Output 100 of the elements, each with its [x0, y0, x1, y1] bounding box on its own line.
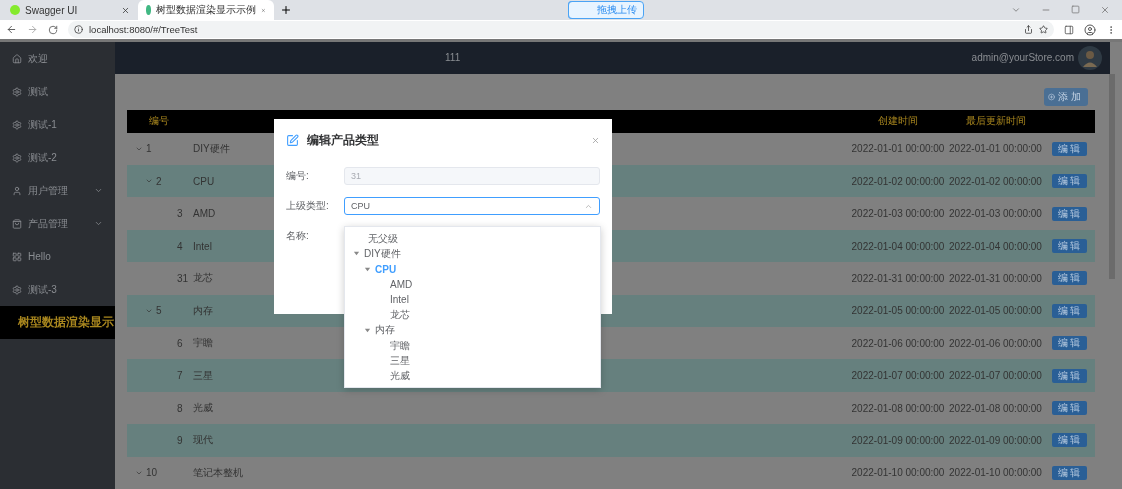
new-tab-icon[interactable]: [280, 4, 292, 16]
tree-option[interactable]: 内存: [345, 322, 600, 339]
menu-item-icon: [12, 86, 22, 97]
table-cell: 2022-01-02 00:00:00: [949, 175, 1042, 187]
table-cell: 8: [177, 402, 183, 414]
tree-option[interactable]: DIY硬件: [345, 246, 600, 262]
scrollbar[interactable]: [1109, 73, 1115, 279]
chevron-down-icon[interactable]: [1011, 5, 1021, 15]
table-cell: 2022-01-31 00:00:00: [851, 272, 945, 284]
table-cell: 5: [156, 305, 162, 317]
info-icon[interactable]: [74, 25, 83, 34]
edit-button[interactable]: 编 辑: [1051, 465, 1087, 480]
caret-icon[interactable]: [364, 265, 371, 273]
parent-type-select[interactable]: CPU: [344, 197, 600, 215]
site-icon: [10, 5, 20, 15]
menu-item-icon: [12, 218, 22, 229]
browser-tab[interactable]: 树型数据渲染显示示例: [138, 0, 274, 20]
share-icon[interactable]: [1024, 25, 1033, 34]
dialog-title: 编辑产品类型: [307, 131, 380, 149]
table-cell: 笔记本整机: [193, 465, 243, 480]
tree-option[interactable]: 宇瞻: [345, 338, 600, 354]
sidebar-item[interactable]: 用户管理: [0, 174, 115, 207]
star-icon[interactable]: [1039, 25, 1048, 34]
table-cell: 内存: [193, 303, 213, 318]
back-icon[interactable]: [6, 24, 17, 35]
table-cell: 31: [177, 272, 189, 284]
sidebar-item[interactable]: 测试: [0, 75, 115, 108]
close-icon[interactable]: [591, 135, 600, 145]
sidebar-item[interactable]: 产品管理: [0, 207, 115, 240]
table-cell: 10: [146, 467, 158, 479]
table-cell: 7: [177, 370, 183, 382]
close-icon[interactable]: [1100, 5, 1110, 15]
caret-icon[interactable]: [364, 326, 371, 334]
menu-item-icon: [12, 251, 22, 262]
table-cell: DIY硬件: [193, 141, 230, 156]
site-icon: [146, 5, 152, 15]
tree-option[interactable]: 三星: [345, 353, 600, 369]
tree-option[interactable]: 光威: [345, 368, 600, 384]
edit-button[interactable]: 编 辑: [1051, 336, 1087, 351]
tree-option[interactable]: Intel: [345, 292, 600, 308]
tree-option[interactable]: 龙芯: [345, 307, 600, 323]
table-cell: CPU: [193, 175, 215, 187]
table-cell: Intel: [193, 240, 212, 252]
menu-item-icon: [12, 185, 22, 196]
menu-item-icon: [12, 152, 22, 163]
table-cell: 2022-01-07 00:00:00: [949, 370, 1042, 382]
menu-item-icon: [12, 284, 22, 295]
edit-button[interactable]: 编 辑: [1051, 206, 1087, 221]
menu-item-icon: [12, 53, 22, 64]
edit-button[interactable]: 编 辑: [1051, 433, 1087, 448]
edit-button[interactable]: 编 辑: [1051, 303, 1087, 318]
profile-icon[interactable]: [1084, 23, 1096, 36]
table-cell: 2022-01-09 00:00:00: [851, 434, 945, 446]
sidebar-item[interactable]: Hello: [0, 240, 115, 273]
edit-button[interactable]: 编 辑: [1051, 401, 1087, 415]
table-cell: 2022-01-31 00:00:00: [949, 272, 1042, 284]
table-cell: 龙芯: [193, 271, 213, 286]
tree-option[interactable]: CPU: [345, 261, 600, 277]
sidebar-item[interactable]: 测试-2: [0, 141, 115, 174]
field-label: 上级类型:: [286, 199, 330, 213]
table-cell: 4: [177, 240, 183, 252]
upload-button[interactable]: 拖拽上传: [568, 1, 644, 19]
edit-button[interactable]: 编 辑: [1051, 271, 1087, 286]
table-cell: 2022-01-08 00:00:00: [851, 402, 945, 414]
table-cell: 2022-01-04 00:00:00: [851, 240, 945, 252]
table-cell: 2022-01-07 00:00:00: [851, 370, 945, 382]
reload-icon[interactable]: [48, 24, 58, 35]
side-panel-icon[interactable]: [1064, 24, 1074, 35]
tree-option[interactable]: 无父级: [345, 231, 600, 247]
edit-button[interactable]: 编 辑: [1051, 174, 1087, 189]
table-cell: 2022-01-05 00:00:00: [851, 305, 945, 317]
restore-icon[interactable]: [1071, 5, 1080, 14]
table-cell: 2022-01-02 00:00:00: [851, 175, 945, 187]
edit-button[interactable]: 编 辑: [1051, 368, 1087, 383]
column-header: 创建时间: [878, 114, 918, 129]
edit-button[interactable]: 编 辑: [1051, 141, 1087, 156]
caret-icon[interactable]: [353, 250, 360, 258]
table-cell: 2022-01-06 00:00:00: [949, 337, 1042, 349]
sidebar-item[interactable]: 欢迎: [0, 42, 115, 75]
close-icon[interactable]: [121, 5, 130, 15]
table-cell: 三星: [193, 368, 213, 383]
edit-button[interactable]: 编 辑: [1051, 239, 1087, 254]
table-cell: 2022-01-08 00:00:00: [949, 402, 1042, 414]
table-cell: 2022-01-03 00:00:00: [949, 208, 1042, 220]
menu-item-icon: [12, 119, 22, 130]
header-title: 111: [445, 52, 462, 64]
column-header: 最后更新时间: [965, 114, 1026, 129]
edit-icon: [286, 133, 299, 147]
plus-icon: [1048, 91, 1055, 102]
sidebar-item[interactable]: 测试-3: [0, 273, 115, 306]
field-label: 编号:: [286, 169, 310, 183]
sidebar-item[interactable]: 树型数据渲染显示: [0, 306, 115, 339]
forward-icon[interactable]: [27, 24, 38, 35]
add-button[interactable]: 添加: [1044, 87, 1088, 106]
browser-tab[interactable]: Swagger UI: [2, 0, 138, 20]
address-field[interactable]: localhost:8080/#/TreeTest: [68, 21, 1054, 38]
avatar[interactable]: [1078, 45, 1102, 70]
table-cell: 2: [156, 175, 162, 187]
sidebar-item[interactable]: 测试-1: [0, 108, 115, 141]
tree-option[interactable]: AMD: [345, 276, 600, 293]
